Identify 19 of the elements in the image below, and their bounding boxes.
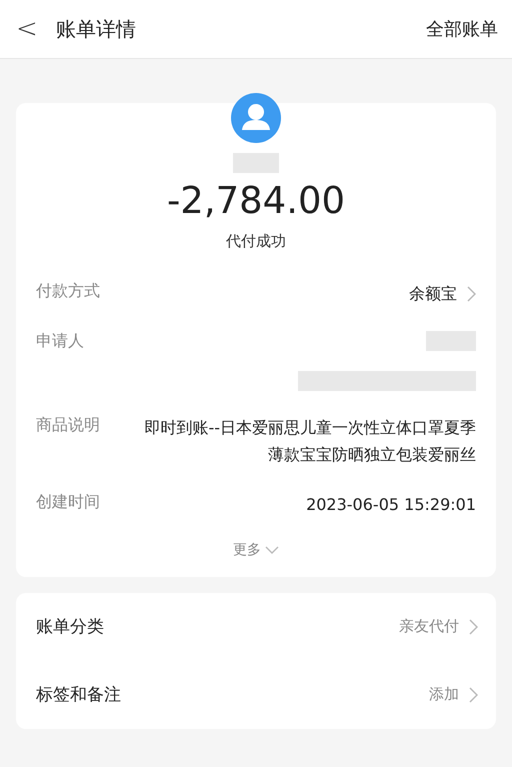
option-row[interactable]: 标签和备注 添加 <box>16 660 496 729</box>
more-button[interactable]: 更多 <box>16 518 496 577</box>
chevron-icon <box>467 286 476 302</box>
chevron-icon <box>469 618 478 635</box>
detail-label: 申请人 <box>36 331 84 352</box>
detail-value[interactable]: 余额宝 <box>409 281 457 308</box>
all-bills-link[interactable]: 全部账单 <box>426 17 498 41</box>
option-row[interactable]: 账单分类 亲友代付 <box>16 592 496 661</box>
back-button[interactable]: < <box>16 14 38 44</box>
detail-label: 创建时间 <box>36 492 100 514</box>
detail-label: 付款方式 <box>36 281 100 302</box>
page-title: 账单详情 <box>56 16 137 42</box>
detail-label: 商品说明 <box>36 415 100 436</box>
detail-value: 2023-06-05 15:29:01 <box>306 494 476 516</box>
detail-value: 即时到账--日本爱丽思儿童一次性立体口罩夏季薄款宝宝防晒独立包装爱丽丝 <box>143 417 476 466</box>
amount-text: -2,784.00 <box>166 179 346 222</box>
chevron-down-icon <box>265 546 279 554</box>
chevron-icon <box>469 686 478 703</box>
status-text: 代付成功 <box>226 232 286 251</box>
